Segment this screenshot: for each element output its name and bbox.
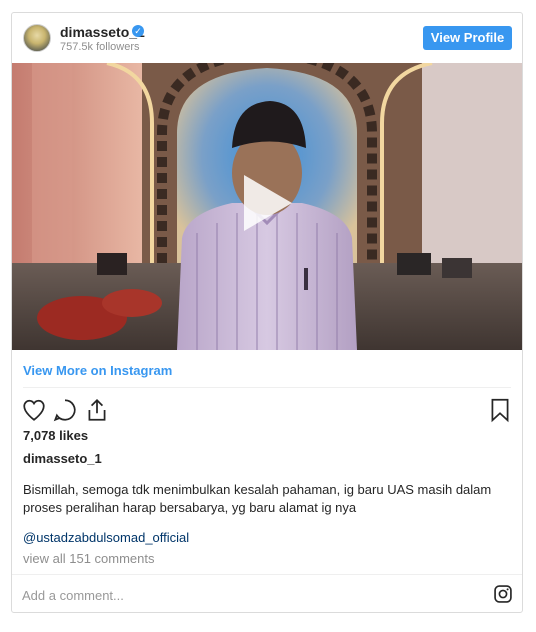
followers-count: 757.5k followers	[60, 41, 140, 53]
share-icon[interactable]	[84, 397, 110, 423]
play-icon[interactable]	[244, 175, 292, 231]
view-more-on-instagram-link[interactable]: View More on Instagram	[23, 363, 172, 378]
verified-badge-icon: ✓	[132, 25, 144, 37]
instagram-logo-icon[interactable]	[493, 584, 513, 604]
bookmark-icon[interactable]	[487, 397, 513, 423]
video-thumbnail[interactable]	[12, 63, 522, 350]
avatar[interactable]	[23, 24, 51, 52]
instagram-embed-card: dimasseto_1 ✓ 757.5k followers View Prof…	[11, 12, 523, 613]
mention-link[interactable]: @ustadzabdulsomad_official	[23, 530, 189, 545]
likes-count[interactable]: 7,078 likes	[23, 428, 88, 443]
divider	[23, 387, 511, 388]
view-profile-button[interactable]: View Profile	[423, 26, 512, 50]
post-caption: Bismillah, semoga tdk menimbulkan kesala…	[23, 482, 492, 515]
comment-bar: Add a comment...	[12, 574, 522, 612]
post-header: dimasseto_1 ✓ 757.5k followers View Prof…	[12, 13, 522, 63]
comment-icon[interactable]	[52, 397, 78, 423]
view-all-comments-link[interactable]: view all 151 comments	[23, 551, 155, 566]
action-bar	[12, 397, 522, 423]
heart-icon[interactable]	[21, 397, 47, 423]
post-owner-username[interactable]: dimasseto_1	[23, 451, 102, 466]
add-comment-input[interactable]: Add a comment...	[22, 588, 124, 603]
